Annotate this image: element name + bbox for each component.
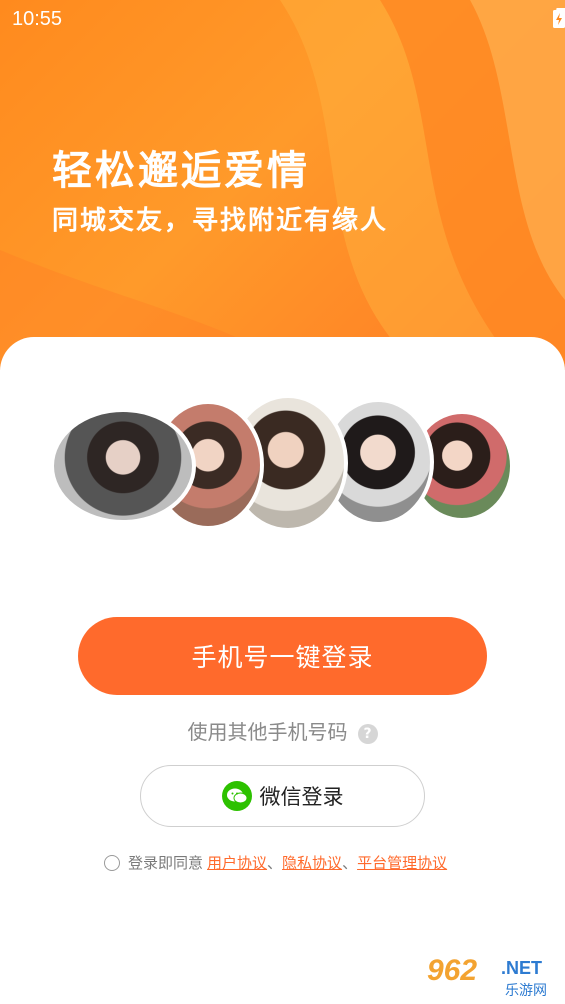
other-phone-label[interactable]: 使用其他手机号码: [188, 720, 348, 744]
wechat-login-label: 微信登录: [259, 785, 344, 809]
hero-subtitle: 同城交友，寻找附近有缘人: [52, 206, 389, 236]
avatar-strip: [0, 394, 565, 538]
watermark-net: .NET: [501, 958, 543, 978]
hero-banner: 10:55 轻松邂逅爱情 同城交友，寻找附近有缘人: [0, 0, 565, 370]
status-bar: 10:55: [0, 0, 565, 38]
platform-agreement-link[interactable]: 平台管理协议: [357, 852, 447, 873]
wechat-login-button[interactable]: 微信登录: [140, 765, 425, 827]
wechat-icon: [221, 781, 252, 811]
agreement-checkbox[interactable]: [104, 854, 120, 871]
agreement-row: 登录即同意 用户协议 、 隐私协议 、 平台管理协议: [104, 852, 447, 873]
user-agreement-link[interactable]: 用户协议: [207, 852, 267, 873]
watermark-site: 乐游网: [505, 982, 547, 998]
site-watermark: 962 .NET 乐游网: [427, 954, 557, 1000]
other-phone-login[interactable]: 使用其他手机号码?: [0, 716, 565, 745]
one-click-login-button[interactable]: 手机号一键登录: [78, 617, 487, 695]
agreement-separator: 、: [267, 854, 283, 872]
hero-title: 轻松邂逅爱情: [52, 148, 310, 194]
battery-icon: [553, 8, 565, 28]
agreement-separator: 、: [342, 854, 358, 872]
avatar: [50, 408, 196, 524]
status-time: 10:55: [12, 8, 63, 30]
agreement-prefix: 登录即同意: [128, 854, 204, 872]
privacy-agreement-link[interactable]: 隐私协议: [282, 852, 342, 873]
watermark-number: 962: [427, 954, 478, 987]
help-icon[interactable]: ?: [357, 723, 378, 744]
